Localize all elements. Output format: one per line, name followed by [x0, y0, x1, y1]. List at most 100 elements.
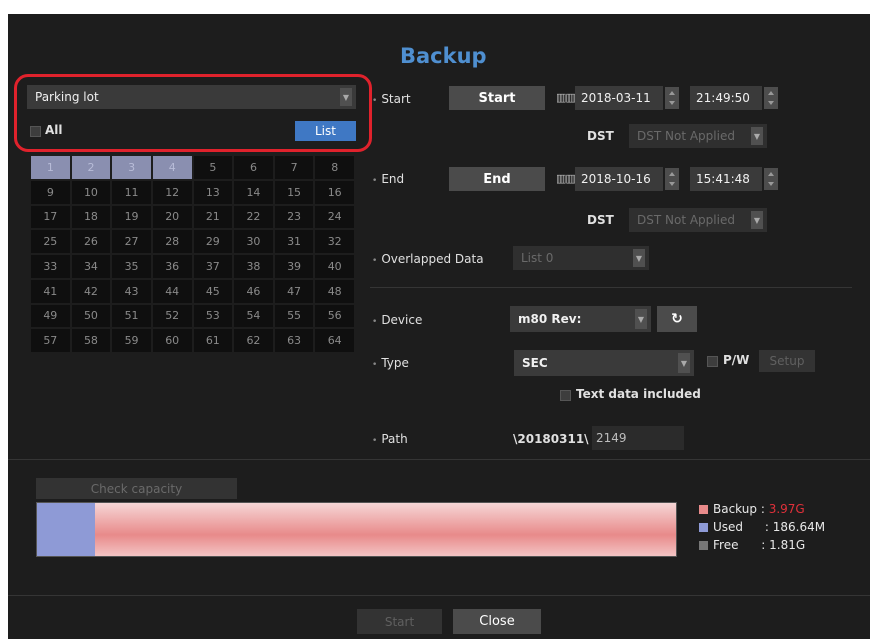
channel-cell[interactable]: 13 [193, 180, 233, 204]
start-date-value: 2018-03-11 [581, 91, 651, 105]
channel-cell[interactable]: 19 [112, 205, 151, 229]
channel-cell[interactable]: 26 [71, 230, 111, 253]
channel-cell[interactable]: 29 [193, 230, 233, 253]
channel-cell[interactable]: 31 [274, 230, 314, 253]
channel-cell[interactable]: 57 [31, 329, 70, 352]
channel-cell[interactable]: 52 [152, 304, 192, 328]
channel-cell[interactable]: 41 [31, 279, 70, 303]
all-checkbox[interactable] [30, 126, 41, 137]
pw-label: P/W [723, 353, 750, 367]
channel-cell[interactable]: 22 [234, 205, 273, 229]
channel-cell[interactable]: 46 [234, 279, 273, 303]
channel-cell[interactable]: 12 [152, 180, 192, 204]
channel-cell[interactable]: 48 [315, 279, 354, 303]
calendar-icon[interactable]: ▥▥ [556, 172, 576, 185]
overlap-select[interactable]: List 0 ▼ [513, 246, 649, 270]
channel-cell[interactable]: 33 [31, 255, 70, 278]
channel-cell[interactable]: 34 [71, 255, 111, 278]
channel-cell[interactable]: 2 [71, 156, 111, 179]
text-data-checkbox[interactable] [560, 390, 571, 401]
channel-cell[interactable]: 14 [234, 180, 273, 204]
text-data-label: Text data included [576, 387, 701, 401]
channel-cell[interactable]: 55 [274, 304, 314, 328]
channel-cell[interactable]: 51 [112, 304, 151, 328]
chevron-down-icon: ▼ [751, 127, 763, 145]
end-button[interactable]: End [449, 167, 545, 191]
channel-cell[interactable]: 28 [152, 230, 192, 253]
channel-cell[interactable]: 40 [315, 255, 354, 278]
channel-cell[interactable]: 64 [315, 329, 354, 352]
footer-divider [8, 595, 870, 596]
end-dst-select[interactable]: DST Not Applied ▼ [629, 208, 767, 232]
channel-cell[interactable]: 53 [193, 304, 233, 328]
channel-cell[interactable]: 17 [31, 205, 70, 229]
channel-cell[interactable]: 10 [71, 180, 111, 204]
channel-cell[interactable]: 7 [274, 156, 314, 179]
channel-cell[interactable]: 4 [152, 156, 192, 179]
channel-cell[interactable]: 5 [193, 156, 233, 179]
end-date-field[interactable]: 2018-10-16 [575, 167, 663, 191]
device-select[interactable]: m80 Rev: ▼ [510, 306, 651, 332]
channel-cell[interactable]: 11 [112, 180, 151, 204]
channel-cell[interactable]: 59 [112, 329, 151, 352]
channel-cell[interactable]: 45 [193, 279, 233, 303]
setup-button[interactable]: Setup [759, 350, 815, 372]
channel-cell[interactable]: 9 [31, 180, 70, 204]
channel-cell[interactable]: 63 [274, 329, 314, 352]
channel-cell[interactable]: 44 [152, 279, 192, 303]
channel-cell[interactable]: 58 [71, 329, 111, 352]
camera-select[interactable]: Parking lot ▼ [27, 85, 356, 109]
calendar-icon[interactable]: ▥▥ [556, 91, 576, 104]
channel-cell[interactable]: 50 [71, 304, 111, 328]
channel-cell[interactable]: 18 [71, 205, 111, 229]
start-date-field[interactable]: 2018-03-11 [575, 86, 663, 110]
channel-cell[interactable]: 49 [31, 304, 70, 328]
channel-cell[interactable]: 54 [234, 304, 273, 328]
channel-cell[interactable]: 30 [234, 230, 273, 253]
channel-cell[interactable]: 36 [152, 255, 192, 278]
close-button[interactable]: Close [453, 609, 541, 634]
channel-cell[interactable]: 3 [112, 156, 151, 179]
channel-cell[interactable]: 32 [315, 230, 354, 253]
device-value: m80 Rev: [518, 312, 582, 326]
channel-cell[interactable]: 38 [234, 255, 273, 278]
channel-cell[interactable]: 24 [315, 205, 354, 229]
pw-checkbox[interactable] [707, 356, 718, 367]
channel-cell[interactable]: 37 [193, 255, 233, 278]
path-input[interactable]: 2149 [592, 426, 684, 450]
end-time-field[interactable]: 15:41:48 [690, 167, 762, 191]
channel-cell[interactable]: 27 [112, 230, 151, 253]
channel-cell[interactable]: 62 [234, 329, 273, 352]
chevron-down-icon: ▼ [633, 249, 645, 267]
channel-cell[interactable]: 21 [193, 205, 233, 229]
channel-cell[interactable]: 16 [315, 180, 354, 204]
channel-cell[interactable]: 39 [274, 255, 314, 278]
type-select[interactable]: SEC ▼ [514, 350, 694, 376]
channel-cell[interactable]: 47 [274, 279, 314, 303]
channel-cell[interactable]: 56 [315, 304, 354, 328]
start-dst-select[interactable]: DST Not Applied ▼ [629, 124, 767, 148]
channel-cell[interactable]: 60 [152, 329, 192, 352]
start-time-field[interactable]: 21:49:50 [690, 86, 762, 110]
start-date-spinner[interactable] [665, 87, 679, 109]
start-time-spinner[interactable] [764, 87, 778, 109]
channel-cell[interactable]: 8 [315, 156, 354, 179]
channel-cell[interactable]: 42 [71, 279, 111, 303]
channel-cell[interactable]: 35 [112, 255, 151, 278]
footer-start-button[interactable]: Start [357, 609, 442, 634]
channel-cell[interactable]: 25 [31, 230, 70, 253]
list-button[interactable]: List [295, 121, 356, 141]
channel-cell[interactable]: 6 [234, 156, 273, 179]
refresh-button[interactable]: ↻ [657, 306, 697, 332]
check-capacity-button[interactable]: Check capacity [36, 478, 237, 499]
channel-cell[interactable]: 1 [31, 156, 70, 179]
channel-cell[interactable]: 20 [152, 205, 192, 229]
end-date-spinner[interactable] [665, 168, 679, 190]
channel-cell[interactable]: 23 [274, 205, 314, 229]
channel-cell[interactable]: 43 [112, 279, 151, 303]
channel-cell[interactable]: 61 [193, 329, 233, 352]
channel-cell[interactable]: 15 [274, 180, 314, 204]
path-row-label: • Path [372, 432, 408, 446]
start-button[interactable]: Start [449, 86, 545, 110]
end-time-spinner[interactable] [764, 168, 778, 190]
